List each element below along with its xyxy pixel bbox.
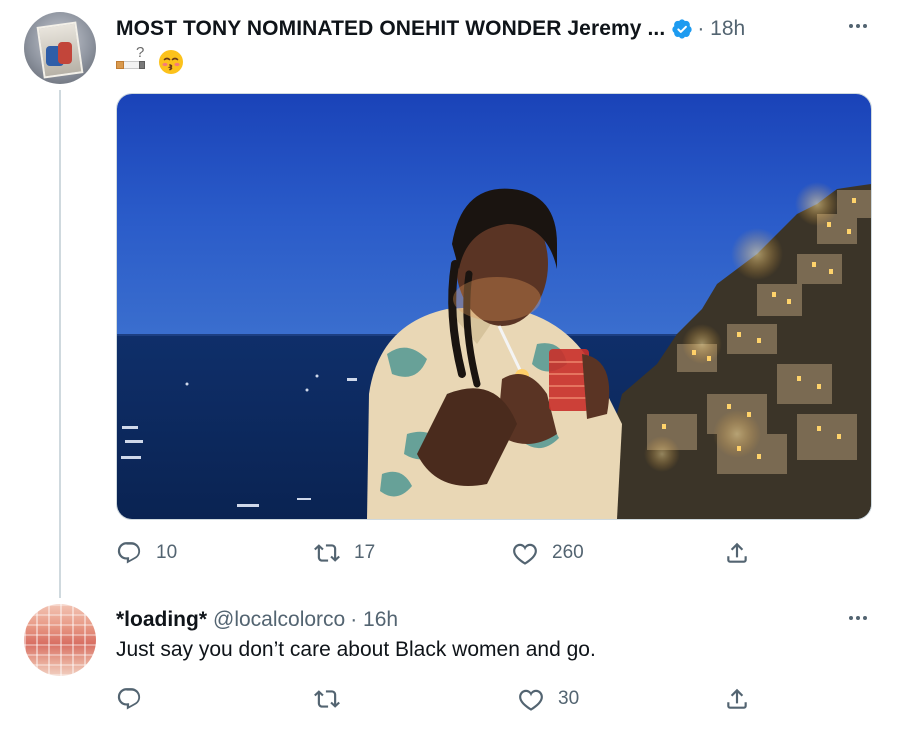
share-icon [727, 688, 747, 709]
share-icon [727, 542, 747, 563]
retweet-button[interactable] [314, 684, 354, 714]
verified-badge-icon [672, 19, 692, 39]
like-count: 260 [552, 542, 584, 563]
tweet-time[interactable]: · 18h [697, 17, 745, 41]
cigarette-emoji-icon: ? [116, 44, 150, 74]
avatar-figure [58, 42, 72, 64]
reply-icon [117, 688, 141, 710]
share-button[interactable] [724, 538, 750, 568]
tweet-header: MOST TONY NOMINATED ONEHIT WONDER Jeremy… [116, 14, 745, 44]
like-button[interactable]: 260 [512, 538, 584, 568]
retweet-icon [314, 544, 340, 562]
share-button[interactable] [724, 684, 750, 714]
author-name[interactable]: MOST TONY NOMINATED ONEHIT WONDER Jeremy… [116, 17, 665, 41]
retweet-button[interactable]: 17 [314, 538, 375, 568]
reply-author-avatar[interactable] [24, 604, 96, 676]
reply-author-name[interactable]: *loading* [116, 608, 207, 632]
more-icon[interactable] [846, 14, 870, 38]
tweet-photo[interactable] [116, 93, 872, 520]
reply-count: 10 [156, 542, 178, 563]
retweet-icon [314, 690, 340, 708]
reply-text: Just say you don’t care about Black wome… [116, 638, 596, 661]
reply-button[interactable] [116, 684, 156, 714]
tweet-text: ? [116, 44, 184, 76]
reply-button[interactable]: 10 [116, 538, 177, 568]
like-icon [513, 543, 537, 565]
author-avatar[interactable] [24, 12, 96, 84]
kissing-face-emoji-icon [159, 50, 183, 74]
reply-icon [117, 542, 141, 564]
reply-author-handle[interactable]: @localcolorco [213, 608, 345, 632]
photo-icon [117, 94, 871, 519]
like-icon [519, 689, 543, 711]
like-count: 30 [558, 688, 580, 709]
thread-line [59, 90, 61, 598]
reply-time[interactable]: · 16h [350, 608, 398, 632]
retweet-count: 17 [354, 542, 376, 563]
reply-header: *loading* @localcolorco · 16h [116, 606, 398, 634]
more-icon[interactable] [846, 606, 870, 630]
like-button[interactable]: 30 [518, 684, 579, 714]
